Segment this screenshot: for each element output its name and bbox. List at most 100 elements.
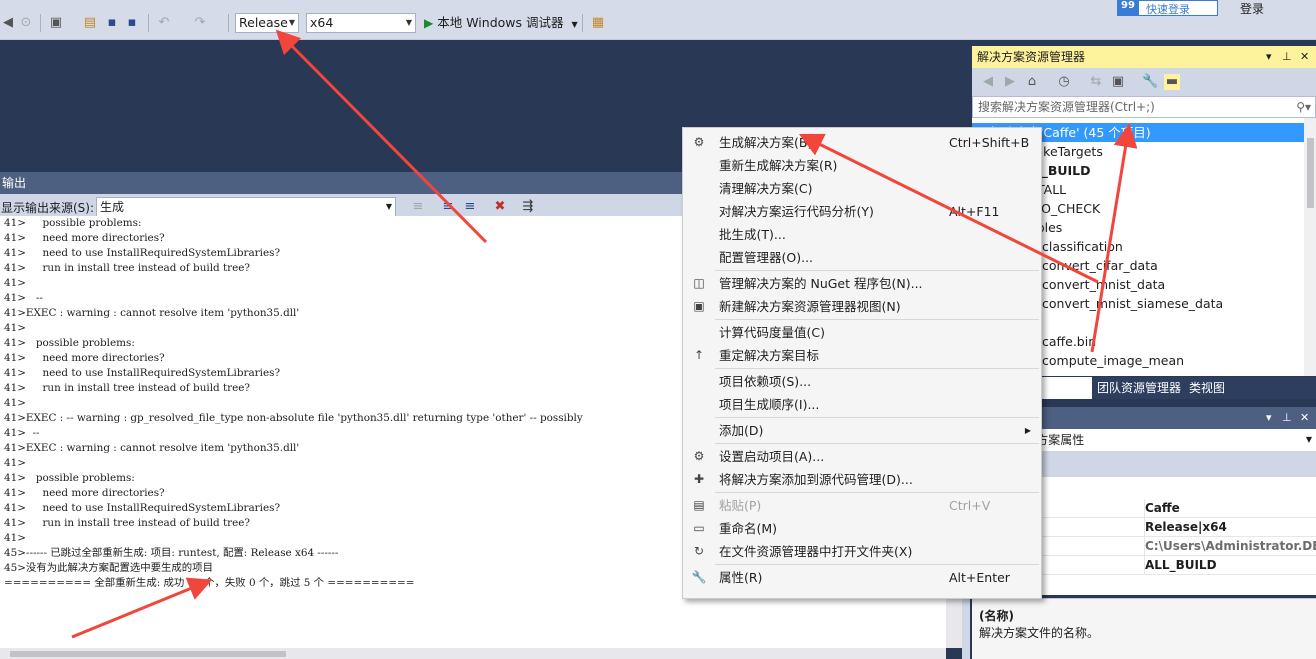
output-horizontal-scrollbar[interactable] xyxy=(0,648,946,659)
toolbar-separator xyxy=(582,14,583,32)
menu-item[interactable]: ▭ 重命名(M) xyxy=(683,517,1041,540)
output-source-label: 显示输出来源(S): xyxy=(1,201,95,215)
tab-team-explorer[interactable]: 团队资源管理器 xyxy=(1094,377,1184,399)
menu-item[interactable]: 项目生成顺序(I)... xyxy=(683,393,1041,416)
menu-item[interactable]: ⚙ 生成解决方案(B) Ctrl+Shift+B xyxy=(683,131,1041,154)
save-all-icon[interactable]: ▪ xyxy=(124,15,140,31)
play-icon: ▶ xyxy=(424,16,434,30)
pin-icon[interactable]: ⊥ xyxy=(1282,46,1292,68)
menu-item[interactable]: ⚙ 设置启动项目(A)... xyxy=(683,445,1041,468)
tab-class-view[interactable]: 类视图 xyxy=(1186,377,1228,399)
menu-item[interactable]: 🔧 属性(R) Alt+Enter xyxy=(683,566,1041,589)
start-debugging-button[interactable]: ▶ 本地 Windows 调试器 ▼ xyxy=(424,14,578,34)
save-icon[interactable]: ▪ xyxy=(104,15,120,31)
menu-item[interactable]: ↻ 在文件资源管理器中打开文件夹(X) xyxy=(683,540,1041,563)
output-source-select[interactable]: 生成 ▼ xyxy=(96,197,396,217)
new-project-icon[interactable]: ▣ xyxy=(48,15,64,31)
property-description-text: 解决方案文件的名称。 xyxy=(979,626,1100,640)
property-description-name: (名称) xyxy=(979,609,1014,623)
menu-item-label: 在文件资源管理器中打开文件夹(X) xyxy=(719,544,913,559)
previous-message-icon[interactable]: ≡ xyxy=(440,199,456,215)
collapse-all-icon[interactable]: ▣ xyxy=(1110,74,1126,90)
home-icon[interactable]: ⌂ xyxy=(1024,74,1040,90)
menu-item[interactable]: 对解决方案运行代码分析(Y) Alt+F11 xyxy=(683,200,1041,223)
menu-item[interactable]: 添加(D) ▶ xyxy=(683,419,1041,442)
go-to-line-icon[interactable]: ≡ xyxy=(410,199,426,215)
next-message-icon[interactable]: ≡ xyxy=(462,199,478,215)
menu-item[interactable]: ✚ 将解决方案添加到源代码管理(D)... xyxy=(683,468,1041,491)
undo-icon[interactable]: ↶ xyxy=(156,15,172,31)
menu-item[interactable]: ◫ 管理解决方案的 NuGet 程序包(N)... xyxy=(683,272,1041,295)
toolbar-separator xyxy=(148,14,149,32)
forward-icon[interactable]: ▶ xyxy=(1002,74,1018,90)
open-folder-icon[interactable]: ▤ xyxy=(82,15,98,31)
solution-explorer-toolbar: ◀ ▶ ⌂ ◷ ⇆ ▣ 🔧 ▬ xyxy=(972,68,1316,96)
output-source-value: 生成 xyxy=(100,200,125,214)
configuration-select[interactable]: Release ▼ xyxy=(235,13,299,33)
menu-item-label: 管理解决方案的 NuGet 程序包(N)... xyxy=(719,276,923,291)
menu-item[interactable]: ↑ 重定解决方案目标 xyxy=(683,344,1041,367)
build-icon: ⚙ xyxy=(693,135,705,149)
menu-item[interactable]: 重新生成解决方案(R) xyxy=(683,154,1041,177)
menu-item[interactable]: ▣ 新建解决方案资源管理器视图(N) xyxy=(683,295,1041,318)
menu-item-label: 属性(R) xyxy=(719,570,763,585)
search-placeholder: 搜索解决方案资源管理器(Ctrl+;) xyxy=(978,100,1155,114)
wrench-icon[interactable]: 🔧 xyxy=(1142,74,1158,90)
menu-item[interactable]: 计算代码度量值(C) xyxy=(683,321,1041,344)
scrollbar-thumb[interactable] xyxy=(10,651,286,657)
menu-item[interactable]: 项目依赖项(S)... xyxy=(683,370,1041,393)
solution-explorer-title-label: 解决方案资源管理器 xyxy=(977,50,1086,64)
retarget-icon: ↑ xyxy=(693,348,705,362)
platform-select[interactable]: x64 ▼ xyxy=(306,13,416,33)
close-icon[interactable]: ✕ xyxy=(1300,46,1309,68)
chevron-down-icon: ▼ xyxy=(288,18,295,27)
menu-item-label: 生成解决方案(B) xyxy=(719,135,813,150)
solution-explorer-search[interactable]: 搜索解决方案资源管理器(Ctrl+;) ⚲▾ xyxy=(972,96,1316,118)
solution-tree-scrollbar[interactable] xyxy=(1304,118,1316,376)
menu-item-label: 对解决方案运行代码分析(Y) xyxy=(719,204,874,219)
sync-icon[interactable]: ⇆ xyxy=(1088,74,1104,90)
property-value: C:\Users\Administrator.DESKTOP xyxy=(1144,537,1316,556)
menu-item-label: 添加(D) xyxy=(719,423,764,438)
menu-item[interactable]: 批生成(T)... xyxy=(683,223,1041,246)
chevron-down-icon[interactable]: ▾ xyxy=(1266,407,1272,429)
chevron-down-icon[interactable]: ▾ xyxy=(1266,46,1272,68)
menu-item-label: 重定解决方案目标 xyxy=(719,348,820,363)
platform-value: x64 xyxy=(310,15,334,30)
pin-icon[interactable]: ⊥ xyxy=(1282,407,1292,429)
forward-icon[interactable]: ⊙ xyxy=(18,15,34,31)
menu-item[interactable]: ▤ 粘贴(P) Ctrl+V xyxy=(683,494,1041,517)
quick-login-label: 快速登录 xyxy=(1146,3,1190,16)
solution-explorer-title: 解决方案资源管理器 ▾ ⊥ ✕ xyxy=(972,46,1316,68)
menu-item-label: 重新生成解决方案(R) xyxy=(719,158,838,173)
menu-item-label: 项目依赖项(S)... xyxy=(719,374,812,389)
menu-item-label: 新建解决方案资源管理器视图(N) xyxy=(719,299,901,314)
back-icon[interactable]: ◀ xyxy=(0,15,16,31)
signin-link[interactable]: 登录 xyxy=(1240,0,1264,17)
quick-login-button[interactable]: 99 快速登录 xyxy=(1117,0,1218,16)
find-in-files-icon[interactable]: ▦ xyxy=(590,15,606,31)
word-wrap-icon[interactable]: ⇶ xyxy=(520,199,536,215)
menu-item[interactable]: 配置管理器(O)... xyxy=(683,246,1041,269)
paste-icon: ▤ xyxy=(693,498,705,512)
menu-item-label: 清理解决方案(C) xyxy=(719,181,813,196)
close-icon[interactable]: ✕ xyxy=(1300,407,1309,429)
search-icon[interactable]: ⚲▾ xyxy=(1296,97,1311,117)
menu-item-shortcut: Alt+Enter xyxy=(949,570,1010,585)
clear-all-icon[interactable]: ✖ xyxy=(492,199,508,215)
property-value: Caffe xyxy=(1144,499,1180,518)
back-icon[interactable]: ◀ xyxy=(980,74,996,90)
preview-icon[interactable]: ▬ xyxy=(1164,74,1180,90)
menu-item-shortcut: Ctrl+Shift+B xyxy=(949,135,1030,150)
redo-icon[interactable]: ↷ xyxy=(192,15,208,31)
new-view-icon: ▣ xyxy=(693,299,705,313)
menu-separator xyxy=(715,319,1039,320)
property-description: (名称) 解决方案文件的名称。 xyxy=(972,598,1316,659)
scrollbar-thumb[interactable] xyxy=(1307,138,1314,208)
chevron-down-icon: ▼ xyxy=(385,202,392,211)
menu-item-shortcut: Alt+F11 xyxy=(949,204,1000,219)
history-icon[interactable]: ◷ xyxy=(1056,74,1072,90)
menu-item[interactable]: 清理解决方案(C) xyxy=(683,177,1041,200)
toolbar: ◀ ⊙ ▣ ▤ ▪ ▪ ↶ ↷ Release ▼ x64 ▼ ▶ 本地 Wind… xyxy=(0,0,1316,40)
wrench-icon: 🔧 xyxy=(691,570,707,584)
